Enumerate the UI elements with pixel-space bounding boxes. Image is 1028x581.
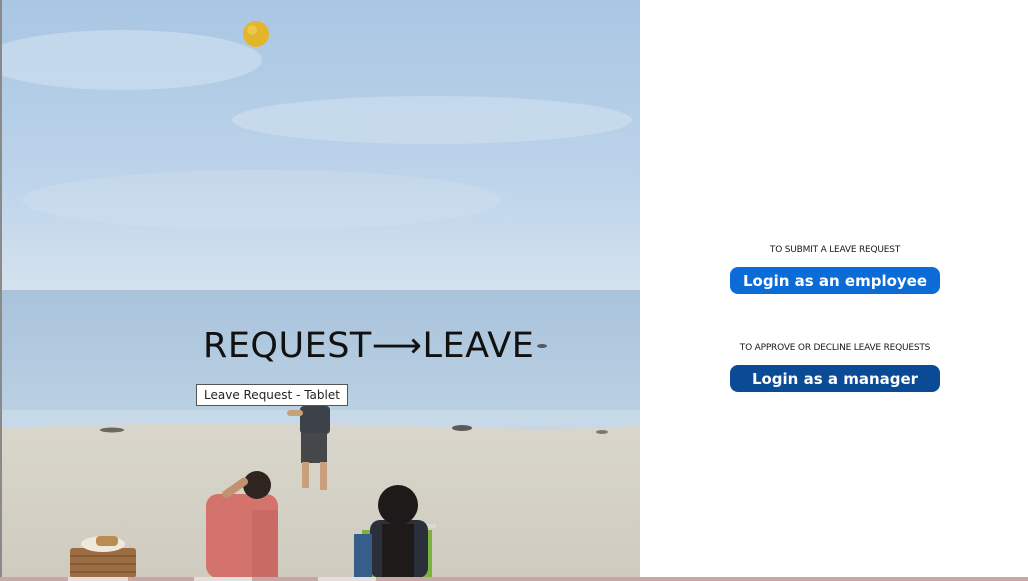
login-employee-button[interactable]: Login as an employee [730,267,940,294]
app-title: REQUEST⟶LEAVE [203,326,535,366]
employee-caption: TO SUBMIT A LEAVE REQUEST [769,245,901,255]
login-panel: TO SUBMIT A LEAVE REQUEST Login as an em… [640,0,1028,577]
login-manager-button[interactable]: Login as a manager [730,365,940,392]
bottom-edge-tab [318,577,376,581]
app-name-tooltip: Leave Request - Tablet [196,384,348,406]
manager-caption: TO APPROVE OR DECLINE LEAVE REQUESTS [739,343,931,353]
bottom-edge-tab [68,577,128,581]
hero-background-image: REQUEST⟶LEAVE Leave Request - Tablet [0,0,640,578]
beach-scene-illustration [2,0,640,578]
bottom-edge-strip [0,577,1028,581]
bottom-edge-tab [194,577,252,581]
